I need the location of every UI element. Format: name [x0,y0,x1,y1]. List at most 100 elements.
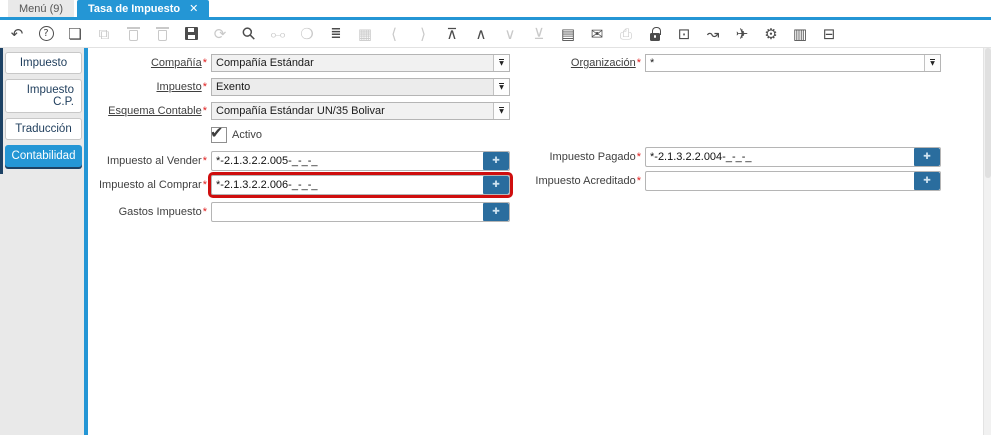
sidebar-tabs-stack: Impuesto Impuesto C.P. Traducción Contabili… [0,48,84,174]
sidebar: Impuesto Impuesto C.P. Traducción Contabili… [0,48,88,435]
field-row-impuesto-al-comprar: Impuesto al Comprar* ✚ [88,172,513,198]
down-icon: ∨ [504,24,516,43]
organizacion-select[interactable]: * ▼ [645,54,941,72]
account-lookup-icon: ✚ [923,152,931,162]
form-left-column: Compañía* Compañía Estándar ▼ Impuesto* … [88,54,513,228]
impuesto-pagado-account-button[interactable]: ✚ [914,148,940,166]
archive-icon[interactable]: ✉ [585,22,609,46]
up-icon[interactable]: ∧ [469,22,493,46]
compania-dropdown-button[interactable]: ▼ [493,55,509,71]
gastos-impuesto-input[interactable] [212,203,483,221]
impuesto-al-comprar-account-button[interactable]: ✚ [483,176,509,194]
close-tab-icon[interactable]: ✕ [189,2,198,15]
account-lookup-icon: ✚ [923,176,931,186]
required-asterisk: * [202,105,207,117]
next-record-icon: ⟩ [420,24,426,43]
form-right-column: Organización* * ▼ Impuesto Pagado* ✚ [511,54,943,197]
field-row-organizacion: Organización* * ▼ [511,54,943,72]
impuesto-pagado-label: Impuesto Pagado* [549,151,641,163]
field-row-impuesto-al-vender: Impuesto al Vender* ✚ [88,151,511,171]
impuesto-al-vender-label: Impuesto al Vender* [106,155,207,167]
tab-menu[interactable]: Menú (9) [8,0,75,17]
required-asterisk: * [202,206,207,218]
parent-record-icon[interactable]: ⊼ [440,22,464,46]
new-record-icon[interactable]: ❏ [63,22,87,46]
field-row-activo: ✔ Activo [210,123,511,143]
form-content: Compañía* Compañía Estándar ▼ Impuesto* … [88,48,991,435]
workflow-icon[interactable]: ↝ [701,22,725,46]
impuesto-dropdown-button[interactable]: ▼ [493,79,509,95]
presentation-icon[interactable]: ⊟ [817,22,841,46]
impuesto-pagado-input[interactable] [646,148,914,166]
impuesto-al-comprar-field-highlighted: ✚ [208,172,513,198]
field-row-impuesto-pagado: Impuesto Pagado* ✚ [511,147,943,167]
find-icon[interactable]: ⚲ [237,22,261,46]
field-row-impuesto: Impuesto* Exento ▼ [88,78,511,96]
preference-icon[interactable]: ⚙ [759,22,783,46]
scrollbar-thumb[interactable] [985,48,991,178]
help-icon[interactable]: ? [34,22,58,46]
required-asterisk: * [202,179,207,191]
organizacion-label: Organización* [570,57,641,69]
toolbar: ↶? ❏ ⧉ ⟳ ⚲ ⧟ ❍ ≣ ▦ ⟨ ⟩ ⊼ ∧ ∨ ⊻ ▤ ✉ ⎙ ⊡ ↝ ✈ ⚙ ▥ ⊟ [0,20,991,48]
impuesto-al-comprar-label: Impuesto al Comprar* [99,179,207,191]
gastos-impuesto-label: Gastos Impuesto* [118,206,207,218]
required-asterisk: * [636,57,641,69]
tab-tasa-label: Tasa de Impuesto [88,2,181,15]
compania-label: Compañía* [150,57,207,69]
report-find-icon[interactable]: ▥ [788,22,812,46]
impuesto-al-vender-input[interactable] [212,152,483,170]
undo-icon[interactable]: ↶ [5,22,29,46]
delete-selection-icon [150,22,174,46]
chevron-down-icon: ▼ [499,59,504,67]
gastos-impuesto-field: ✚ [211,202,510,222]
activo-checkbox[interactable]: ✔ [210,123,227,143]
impuesto-acreditado-label: Impuesto Acreditado* [535,175,641,187]
esquema-contable-dropdown-button[interactable]: ▼ [493,103,509,119]
history-calendar-icon: ▦ [357,24,373,43]
delete-record-icon [121,22,145,46]
compania-select[interactable]: Compañía Estándar ▼ [211,54,510,72]
gastos-impuesto-account-button[interactable]: ✚ [483,203,509,221]
activo-label: Activo [232,128,262,141]
tax-rate-window: Menú (9) Tasa de Impuesto ✕ ↶? ❏ ⧉ ⟳ ⚲ ⧟ ❍ ≣ ▦ ⟨ ⟩… [0,0,991,438]
impuesto-al-vender-account-button[interactable]: ✚ [483,152,509,170]
zoom-across-icon[interactable]: ⊡ [672,22,696,46]
impuesto-select[interactable]: Exento ▼ [211,78,510,96]
previous-record-icon: ⟨ [391,24,397,43]
sidebar-tab-traduccion[interactable]: Traducción [5,118,82,140]
required-asterisk: * [202,81,207,93]
sidebar-tab-impuesto-cp[interactable]: Impuesto C.P. [5,79,82,113]
sidebar-tab-contabilidad[interactable]: Contabilidad [5,145,82,167]
field-row-compania: Compañía* Compañía Estándar ▼ [88,54,511,72]
field-row-impuesto-acreditado: Impuesto Acreditado* ✚ [511,171,943,191]
print-icon: ⎙ [619,24,632,43]
window-tabbar: Menú (9) Tasa de Impuesto ✕ [0,0,991,20]
impuesto-acreditado-account-button[interactable]: ✚ [914,172,940,190]
vertical-scrollbar[interactable] [983,48,991,435]
save-icon[interactable] [179,22,203,46]
required-asterisk: * [636,151,641,163]
sidebar-tab-impuesto[interactable]: Impuesto [5,52,82,74]
organizacion-value: * [650,57,655,69]
tab-tasa-de-impuesto[interactable]: Tasa de Impuesto ✕ [77,0,210,17]
refresh-icon: ⟳ [213,24,227,43]
tab-menu-label: Menú (9) [19,2,64,15]
report-icon[interactable]: ▤ [556,22,580,46]
grid-toggle-icon[interactable]: ≣ [324,22,348,46]
lock-icon[interactable] [643,22,667,46]
esquema-contable-value: Compañía Estándar UN/35 Bolivar [216,105,385,117]
impuesto-al-comprar-input[interactable] [212,176,483,194]
compania-value: Compañía Estándar [216,57,314,69]
esquema-contable-select[interactable]: Compañía Estándar UN/35 Bolivar ▼ [211,102,510,120]
account-lookup-icon: ✚ [492,156,500,166]
impuesto-acreditado-input[interactable] [646,172,914,190]
send-mail-icon[interactable]: ✈ [730,22,754,46]
organizacion-dropdown-button[interactable]: ▼ [924,55,940,71]
copy-record-icon: ⧉ [98,24,110,43]
chevron-down-icon: ▼ [499,107,504,115]
field-row-esquema-contable: Esquema Contable* Compañía Estándar UN/3… [88,102,511,120]
checkmark-icon: ✔ [210,122,224,142]
chat-icon: ❍ [300,24,314,43]
